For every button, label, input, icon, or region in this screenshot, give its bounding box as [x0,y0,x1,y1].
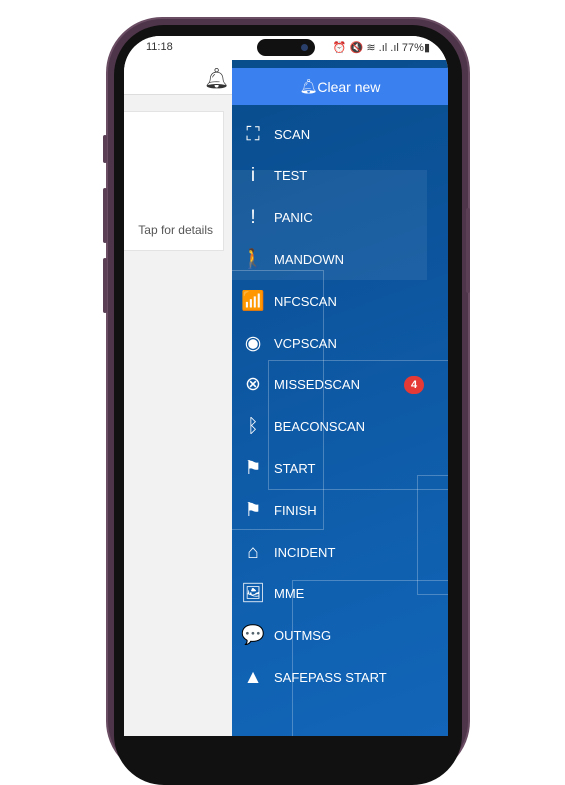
cancel-circle-icon: ⊗ [245,374,261,396]
drawer-item-label: MISSEDSCAN [274,377,360,393]
drawer-item-test[interactable]: i TEST [232,156,448,196]
info-icon: i [250,165,256,187]
drawer-item-label: FINISH [274,502,317,518]
camera-notch [257,39,315,56]
drawer-item-label: INCIDENT [274,544,336,560]
drawer-item-label: SAFEPASS START [274,669,387,685]
drawer-item-label: PANIC [274,210,313,226]
wifi-icon: 📶 [241,290,265,312]
side-button [103,188,107,243]
bell-icon[interactable]: 🔔︎ [204,66,229,91]
drawer-item-start[interactable]: ⚑ START [232,448,448,488]
notification-card[interactable]: Tap for details [124,111,224,251]
flag-icon: ⚑ [244,457,262,479]
road-icon: ▲ [243,666,263,688]
signal-icons: ⏰ 🔇 ≋ .ıl .ıl [332,42,399,54]
clear-new-button[interactable]: 🔔︎ Clear new [232,68,448,105]
drawer-item-finish[interactable]: ⚑ FINISH [232,490,448,530]
tap-for-details: Tap for details [138,223,213,237]
power-button [466,208,470,293]
drawer-item-label: START [274,460,316,476]
drawer-item-label: SCAN [274,126,311,142]
scan-icon: ⛶ [246,123,260,145]
battery-level: 77% [401,42,424,54]
clear-new-label: Clear new [317,78,381,95]
walking-person-icon: 🚶 [241,248,265,270]
chat-icon: 💬 [241,625,265,647]
drawer-item-missedscan[interactable]: ⊗ MISSEDSCAN 4 [232,365,448,405]
side-button [103,258,107,313]
drawer-item-mandown[interactable]: 🚶 MANDOWN [232,239,448,279]
drawer-item-label: VCPSCAN [274,335,337,351]
exclamation-icon: ! [250,207,256,229]
drawer-item-panic[interactable]: ! PANIC [232,198,448,238]
drawer-item-label: MME [274,586,305,602]
drawer-item-incident[interactable]: ⌂ INCIDENT [232,532,448,572]
drawer-item-outmsg[interactable]: 💬 OUTMSG [232,616,448,656]
status-bar: 11:18 ⏰ 🔇 ≋ .ıl .ıl 77%▮ [124,36,448,60]
drawer-item-beaconscan[interactable]: ᛒ BEACONSCAN [232,407,448,447]
drawer-item-label: OUTMSG [274,628,332,644]
drawer-item-label: MANDOWN [274,251,345,267]
drawer-item-label: TEST [274,168,308,184]
images-icon: 🖼 [240,583,266,605]
drawer-item-scan[interactable]: ⛶ SCAN [232,114,448,154]
bluetooth-icon: ᛒ [247,416,259,438]
radio-button-icon: ◉ [244,332,262,354]
side-button [103,135,107,163]
bell-icon: 🔔︎ [299,78,318,94]
drawer-item-label: BEACONSCAN [274,419,366,435]
status-time: 11:18 [146,41,173,53]
status-icons: ⏰ 🔇 ≋ .ıl .ıl 77%▮ [332,42,430,54]
count-badge: 4 [404,375,424,394]
drawer-item-vcpscan[interactable]: ◉ VCPSCAN [232,323,448,363]
navigation-drawer: 🔔︎ Clear new ⛶ SCAN i TEST! PANIC 🚶 MANDOWN 📶 NFC… [232,60,448,736]
app-header: 🔔︎ [124,60,232,95]
camera-icon [301,44,308,51]
drawer-item-mme[interactable]: 🖼 MME [232,574,448,614]
drawer-item-safepass-start[interactable]: ▲ SAFEPASS START [232,657,448,697]
drawer-item-nfcscan[interactable]: 📶 NFCSCAN [232,281,448,321]
flag-icon: ⚑ [244,499,262,521]
home-icon: ⌂ [247,541,259,563]
drawer-item-label: NFCSCAN [274,293,337,309]
screen: 11:18 ⏰ 🔇 ≋ .ıl .ıl 77%▮ 🔔︎ Tap for deta… [124,36,448,736]
